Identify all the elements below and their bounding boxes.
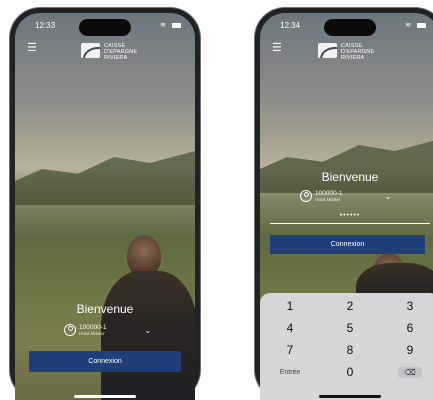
menu-icon[interactable]: ☰	[272, 41, 282, 54]
home-indicator	[74, 395, 136, 398]
status-icons: ≋	[160, 21, 181, 29]
welcome-title: Bienvenue	[76, 302, 134, 316]
key-9[interactable]: 9	[380, 339, 433, 361]
user-icon	[300, 190, 312, 202]
logo-line-3: RIVIERA	[341, 55, 365, 61]
account-holder: Hans Muster	[79, 331, 105, 336]
battery-icon	[172, 22, 181, 28]
key-0[interactable]: 0	[320, 361, 380, 383]
account-holder: Hans Muster	[315, 197, 341, 202]
key-7[interactable]: 7	[260, 339, 320, 361]
key-6[interactable]: 6	[380, 317, 433, 339]
backspace-icon: ⌫	[398, 366, 422, 378]
key-3[interactable]: 3	[380, 295, 433, 317]
chevron-down-icon[interactable]: ⌄	[384, 192, 391, 201]
account-number: 100000-1	[315, 190, 343, 197]
background-hills	[15, 151, 195, 205]
logo-line-3: RIVIERA	[104, 55, 128, 61]
key-8[interactable]: 8	[320, 339, 380, 361]
login-screen: 12:33 ≋ ☰ CAISSE D'EPARGNE RIVIERA Bienv…	[15, 13, 195, 400]
account-selector[interactable]: 100000-1 Hans Muster ⌄	[300, 190, 391, 202]
wifi-icon: ≋	[160, 22, 169, 29]
numeric-keypad: 1 2 3 4 5 6 7 8 9 Entrée 0 ⌫	[260, 293, 433, 400]
status-time: 12:34	[280, 21, 301, 30]
logo-mark	[81, 43, 100, 58]
key-5[interactable]: 5	[320, 317, 380, 339]
status-time: 12:33	[35, 21, 56, 30]
background-hills	[260, 139, 433, 193]
login-screen-password: 12:34 ≋ ☰ CAISSE D'EPARGNE RIVIERA Bienv…	[260, 13, 433, 400]
key-backspace[interactable]: ⌫	[380, 361, 433, 383]
account-selector[interactable]: 100000-1 Hans Muster ⌄	[64, 324, 151, 336]
login-button[interactable]: Connexion	[29, 351, 181, 372]
bank-logo: CAISSE D'EPARGNE RIVIERA	[318, 43, 374, 61]
logo-text: CAISSE D'EPARGNE RIVIERA	[104, 43, 137, 61]
phone-right: 12:34 ≋ ☰ CAISSE D'EPARGNE RIVIERA Bienv…	[255, 8, 433, 400]
chevron-down-icon[interactable]: ⌄	[144, 326, 151, 335]
password-field[interactable]: ••••••	[270, 212, 430, 224]
key-1[interactable]: 1	[260, 295, 320, 317]
wifi-icon: ≋	[405, 22, 414, 29]
menu-icon[interactable]: ☰	[27, 41, 37, 54]
logo-mark	[318, 43, 337, 58]
dynamic-island	[79, 19, 131, 36]
account-number: 100000-1	[79, 324, 107, 331]
user-icon	[64, 324, 76, 336]
login-button[interactable]: Connexion	[270, 235, 425, 254]
welcome-title: Bienvenue	[321, 170, 379, 184]
keypad-grid: 1 2 3 4 5 6 7 8 9 Entrée 0 ⌫	[260, 293, 433, 385]
bank-logo: CAISSE D'EPARGNE RIVIERA	[81, 43, 137, 61]
battery-icon	[417, 22, 426, 28]
key-enter[interactable]: Entrée	[260, 361, 320, 383]
status-icons: ≋	[405, 21, 426, 29]
home-indicator	[319, 395, 381, 398]
logo-text: CAISSE D'EPARGNE RIVIERA	[341, 43, 374, 61]
dynamic-island	[324, 19, 376, 36]
key-4[interactable]: 4	[260, 317, 320, 339]
key-2[interactable]: 2	[320, 295, 380, 317]
phone-left: 12:33 ≋ ☰ CAISSE D'EPARGNE RIVIERA Bienv…	[10, 8, 200, 400]
